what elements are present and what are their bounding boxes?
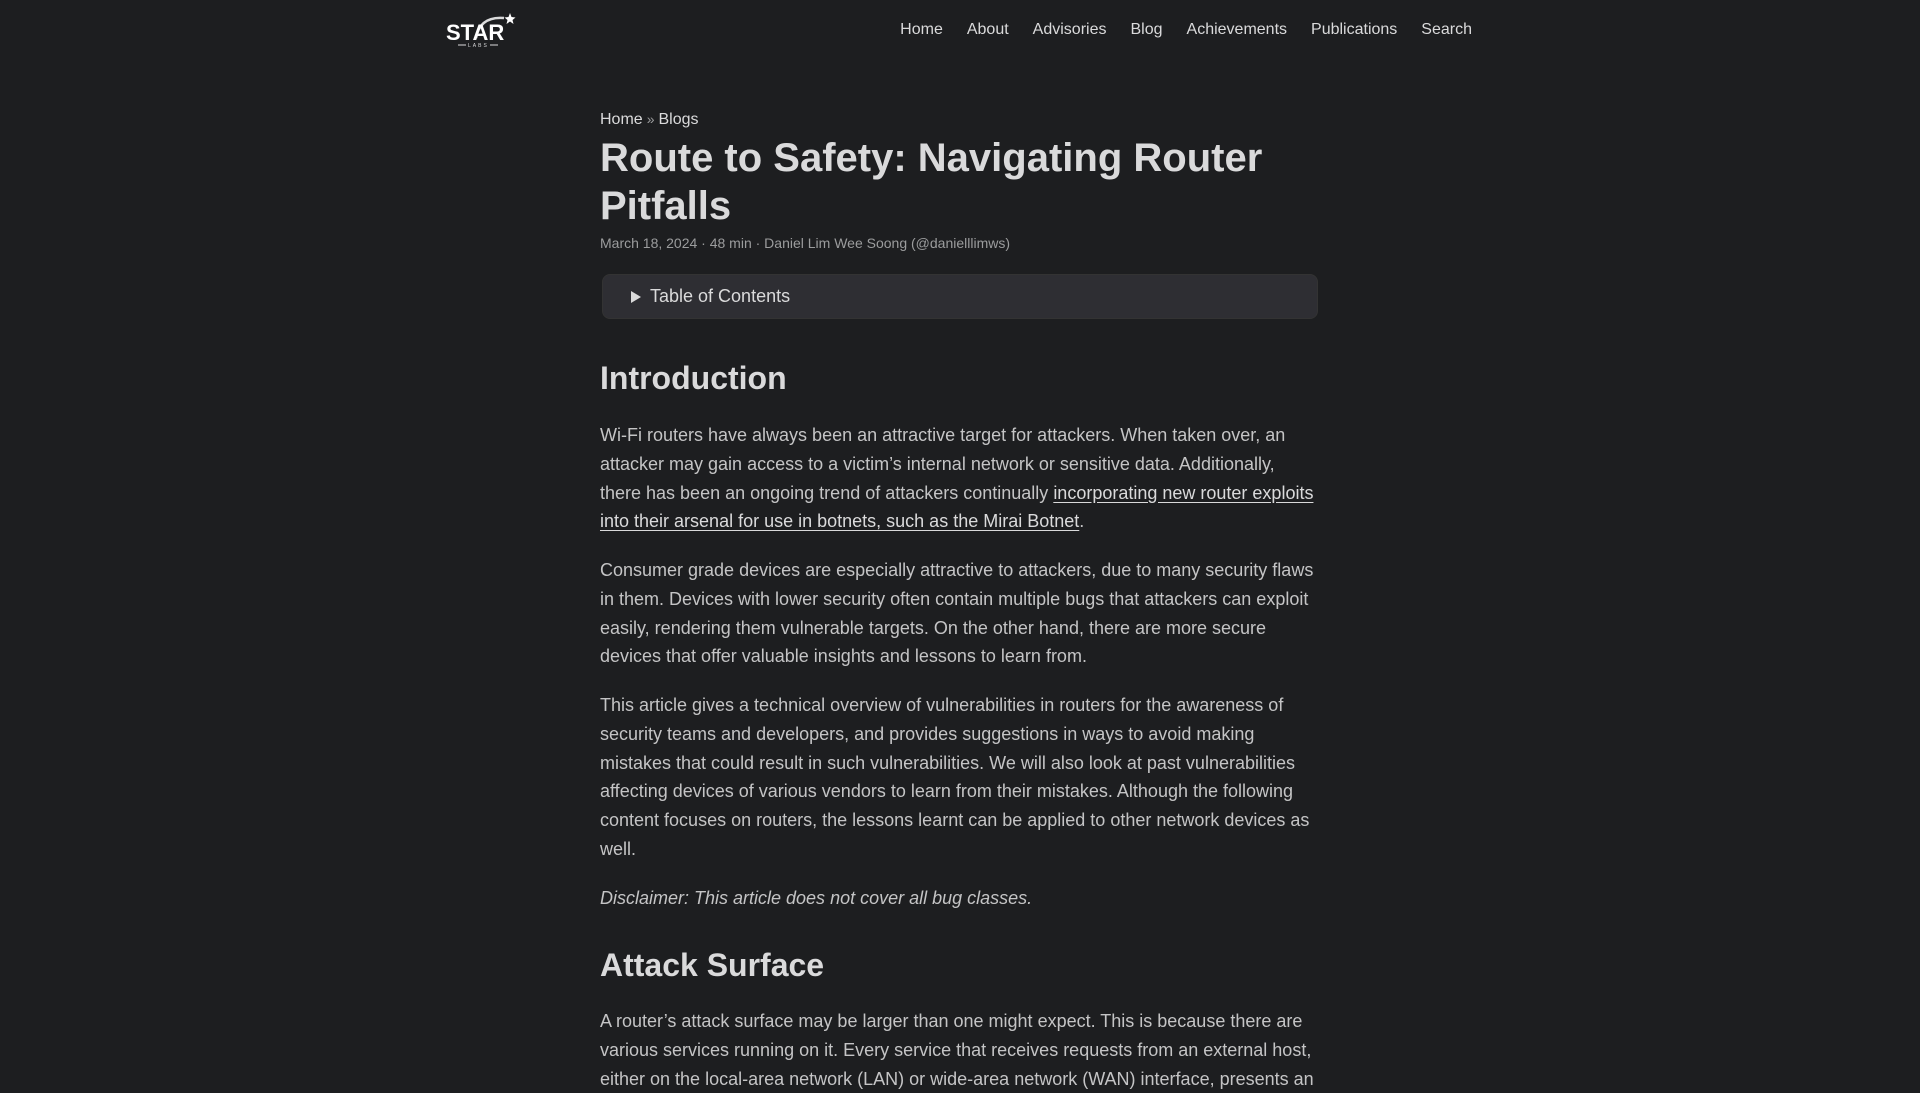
nav-search[interactable]: Search: [1421, 21, 1472, 38]
nav-blog[interactable]: Blog: [1130, 21, 1162, 38]
breadcrumb-blogs[interactable]: Blogs: [658, 111, 698, 128]
nav-about[interactable]: About: [967, 21, 1009, 38]
heading-attack-surface: Attack Surface: [600, 947, 825, 983]
toc-label: Table of Contents: [650, 286, 791, 306]
nav-achievements[interactable]: Achievements: [1187, 21, 1288, 38]
nav-publications[interactable]: Publications: [1311, 21, 1397, 38]
logo-subtext: LABS: [468, 43, 489, 48]
paragraph-intro-3: This article gives a technical overview …: [600, 695, 1310, 859]
breadcrumb: Home» Blogs: [600, 111, 699, 129]
paragraph-intro-2: Consumer grade devices are especially at…: [600, 560, 1314, 667]
site-header: STAR LABS Home About Advisories Blog Ach…: [0, 0, 1920, 60]
nav-home[interactable]: Home: [900, 21, 943, 38]
disclosure-triangle-icon: [631, 290, 641, 303]
breadcrumb-home[interactable]: Home: [600, 111, 643, 128]
post-meta: March 18, 2024 · 48 min · Daniel Lim Wee…: [600, 235, 1011, 251]
main-nav: Home About Advisories Blog Achievements …: [876, 0, 1472, 60]
logo-text: STAR: [446, 20, 504, 45]
table-of-contents-toggle[interactable]: Table of Contents: [602, 274, 1318, 319]
disclaimer: Disclaimer: This article does not cover …: [600, 888, 1033, 908]
heading-introduction: Introduction: [600, 360, 787, 396]
star-labs-logo-icon: STAR LABS: [446, 13, 516, 49]
breadcrumb-separator: »: [646, 111, 655, 127]
paragraph-text: .: [1079, 511, 1085, 532]
paragraph-attack-surface-1: A router’s attack surface may be larger …: [600, 1011, 1314, 1089]
paragraph-intro-1: Wi-Fi routers have always been an attrac…: [600, 421, 1320, 536]
nav-advisories[interactable]: Advisories: [1033, 21, 1107, 38]
site-logo[interactable]: STAR LABS: [446, 8, 518, 49]
post-title: Route to Safety: Navigating Router Pitfa…: [600, 136, 1263, 228]
